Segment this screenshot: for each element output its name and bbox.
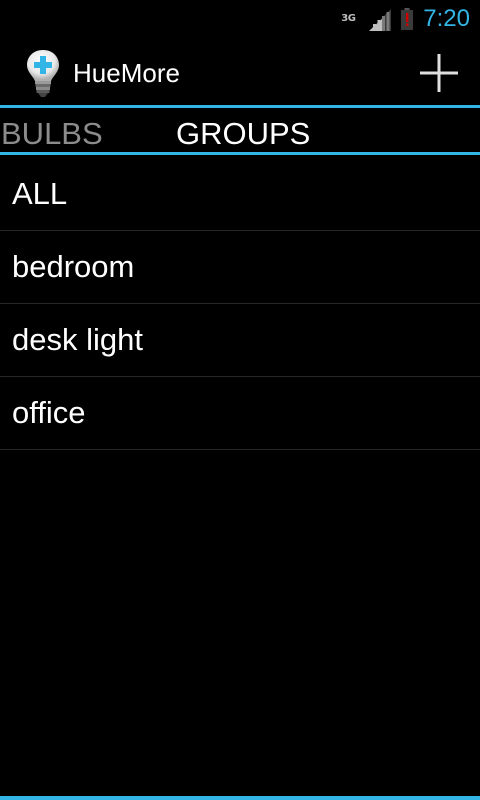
- tab-strip: BULBS GROUPS: [0, 111, 480, 155]
- list-item-bedroom[interactable]: bedroom: [0, 231, 480, 304]
- bottom-divider: [0, 796, 480, 800]
- plus-icon: [420, 54, 458, 92]
- tab-groups[interactable]: GROUPS: [176, 111, 310, 155]
- status-clock: 7:20: [423, 5, 470, 32]
- list-item-label: bedroom: [12, 249, 135, 284]
- add-group-button[interactable]: [416, 50, 462, 96]
- list-item-desk-light[interactable]: desk light: [0, 304, 480, 377]
- app-title: HueMore: [73, 58, 180, 88]
- battery-icon: [401, 8, 414, 30]
- list-item-label: desk light: [12, 322, 143, 357]
- signal-icon: 3G: [341, 7, 392, 31]
- group-list: ALL bedroom desk light office: [0, 158, 480, 450]
- list-item-label: office: [12, 395, 86, 430]
- list-item-all[interactable]: ALL: [0, 158, 480, 231]
- list-item-office[interactable]: office: [0, 377, 480, 450]
- tab-bulbs[interactable]: BULBS: [1, 111, 103, 155]
- status-bar: 3G 7:20: [0, 0, 480, 38]
- network-type-label: 3G: [341, 13, 356, 24]
- action-bar: HueMore: [0, 38, 480, 108]
- status-icons: 3G 7:20: [341, 0, 470, 38]
- lightbulb-plus-icon[interactable]: [24, 48, 62, 98]
- list-item-label: ALL: [12, 176, 68, 211]
